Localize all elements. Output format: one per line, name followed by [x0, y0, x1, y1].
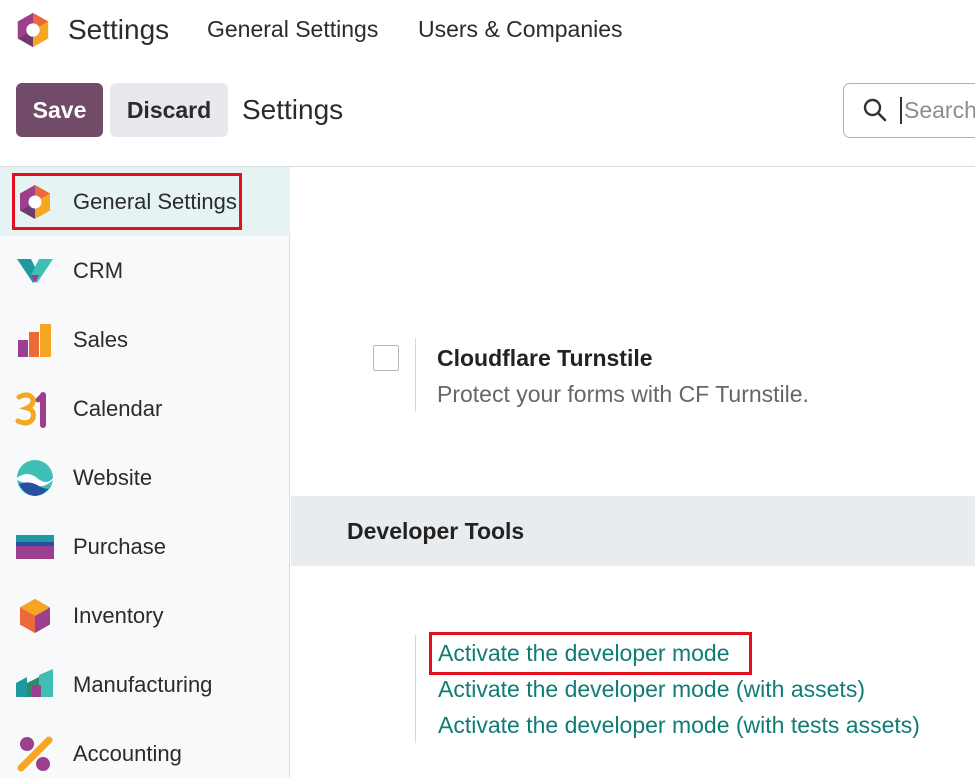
sidebar-item-label: Inventory [73, 602, 164, 628]
sidebar-item-label: Website [73, 464, 153, 490]
discard-button[interactable]: Discard [110, 83, 228, 137]
odoo-settings-icon [20, 185, 50, 219]
sidebar-item-label: CRM [73, 257, 124, 283]
cloudflare-turnstile-checkbox[interactable] [373, 345, 399, 371]
sidebar-item-general-settings[interactable]: General Settings [0, 167, 290, 236]
search-input[interactable] [900, 97, 975, 124]
setting-divider [415, 338, 416, 412]
settings-sidebar: General Settings CRM Sales Calendar Webs… [0, 167, 290, 777]
accounting-icon [17, 736, 53, 772]
cloudflare-turnstile-title: Cloudflare Turnstile [437, 345, 653, 371]
sidebar-item-accounting[interactable]: Accounting [0, 719, 290, 777]
crm-icon [17, 259, 53, 283]
top-navbar: Settings General Settings Users & Compan… [0, 0, 975, 62]
sidebar-item-website[interactable]: Website [0, 443, 290, 512]
save-button[interactable]: Save [16, 83, 103, 137]
calendar-icon [15, 392, 46, 428]
inventory-icon [20, 599, 50, 633]
developer-tools-title: Developer Tools [347, 518, 525, 544]
cloudflare-turnstile-description: Protect your forms with CF Turnstile. [437, 381, 809, 407]
search-icon [863, 98, 887, 122]
purchase-icon [16, 535, 54, 559]
search-box[interactable] [843, 83, 975, 138]
sidebar-item-label: Accounting [73, 740, 182, 766]
sidebar-item-label: General Settings [73, 188, 237, 214]
sidebar-item-crm[interactable]: CRM [0, 236, 290, 305]
sidebar-item-label: Calendar [73, 395, 163, 421]
manufacturing-icon [16, 669, 53, 697]
activate-developer-mode-assets-link[interactable]: Activate the developer mode (with assets… [438, 676, 865, 703]
sales-icon [18, 324, 51, 357]
activate-developer-mode-link[interactable]: Activate the developer mode [438, 640, 730, 667]
odoo-settings-icon[interactable] [14, 10, 52, 50]
sidebar-item-label: Sales [73, 326, 129, 352]
sidebar-item-label: Manufacturing [73, 671, 213, 697]
website-icon [17, 460, 53, 496]
menu-users-companies[interactable]: Users & Companies [418, 16, 623, 43]
setting-divider [415, 635, 416, 743]
sidebar-item-purchase[interactable]: Purchase [0, 512, 290, 581]
app-title[interactable]: Settings [68, 14, 169, 46]
menu-general-settings[interactable]: General Settings [207, 16, 378, 43]
sidebar-item-label: Purchase [73, 533, 166, 559]
sidebar-item-manufacturing[interactable]: Manufacturing [0, 650, 290, 719]
sidebar-item-calendar[interactable]: Calendar [0, 374, 290, 443]
activate-developer-mode-tests-assets-link[interactable]: Activate the developer mode (with tests … [438, 712, 920, 739]
sidebar-item-sales[interactable]: Sales [0, 305, 290, 374]
sidebar-item-inventory[interactable]: Inventory [0, 581, 290, 650]
breadcrumb: Settings [242, 94, 344, 125]
